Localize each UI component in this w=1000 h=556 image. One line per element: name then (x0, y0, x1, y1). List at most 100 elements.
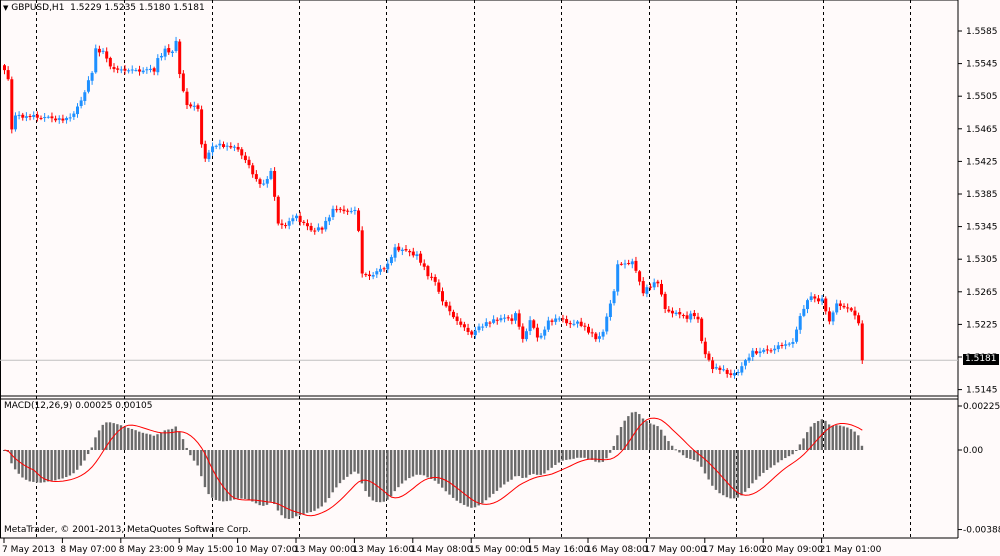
candle-body (448, 305, 452, 312)
candle (327, 214, 331, 225)
macd-histogram-bar (273, 450, 276, 505)
macd-histogram-bar (776, 450, 780, 463)
time-axis: 7 May 2013 8 May 07:00 8 May 23:00 9 May 15… (2, 538, 882, 555)
candle-body (240, 149, 244, 156)
candle (112, 63, 116, 73)
macd-histogram-bar (10, 450, 13, 464)
macd-histogram-bar (857, 435, 860, 450)
candle-body (346, 210, 350, 212)
candle (123, 65, 127, 75)
candle (827, 307, 831, 325)
macd-histogram-bar (689, 450, 692, 459)
candle-body (145, 69, 149, 71)
candle (623, 259, 627, 269)
macd-histogram-bar (758, 450, 761, 477)
macd-histogram-bar (258, 450, 261, 506)
macd-histogram-bar (408, 450, 411, 479)
macd-histogram-bar (79, 450, 83, 466)
macd-histogram-bar (681, 450, 685, 456)
candle-body (444, 301, 448, 307)
candle-body (722, 369, 726, 371)
macd-histogram-bar (57, 450, 61, 480)
macd-histogram-bar (404, 450, 407, 481)
candle-body (247, 159, 251, 166)
candle-body (83, 92, 87, 101)
macd-histogram-bar (623, 420, 626, 450)
candle-body (368, 274, 371, 277)
candle-body (754, 351, 758, 354)
macd-histogram-bar (364, 450, 367, 492)
symbol-label: GBPUSD,H1 (11, 3, 65, 13)
candle-body (481, 326, 485, 328)
candle (50, 112, 54, 123)
macd-histogram-bar (455, 450, 458, 501)
candle (342, 205, 346, 214)
macd-histogram-bar (68, 450, 72, 476)
candle (181, 70, 185, 93)
macd-histogram-bar (309, 450, 312, 513)
candle-body (809, 296, 813, 300)
candle (145, 66, 149, 74)
macd-histogram-bar (448, 450, 451, 495)
candle (616, 260, 620, 296)
candle-body (524, 331, 528, 340)
macd-histogram-bar (174, 426, 177, 450)
candle (357, 208, 361, 233)
candle (528, 316, 532, 336)
macd-histogram-bar (514, 450, 517, 477)
candle (587, 323, 590, 335)
macd-histogram-bar (378, 450, 382, 503)
macd-axis-label: 0.00225 (963, 402, 1000, 412)
candle-body (170, 51, 174, 54)
macd-histogram-bar (612, 445, 615, 450)
candle (627, 259, 631, 266)
candle (535, 323, 539, 342)
macd-histogram-bar (451, 450, 455, 498)
candle (714, 363, 718, 370)
macd-histogram-bar (481, 450, 484, 504)
candle-body (360, 230, 364, 274)
candle (295, 213, 298, 222)
candle (258, 177, 262, 188)
candle (441, 287, 444, 306)
candle (185, 88, 189, 110)
candle (116, 65, 120, 74)
candle-body (13, 115, 17, 130)
candle (776, 341, 780, 353)
candle-body (101, 50, 105, 52)
candle (685, 311, 689, 323)
macd-histogram-bar (185, 447, 188, 450)
candle-body (597, 336, 601, 339)
candle (674, 310, 678, 316)
candle-body (138, 69, 142, 72)
chart-canvas[interactable]: 1.5585 1.5545 1.5505 1.5465 1.5425 1.5385 1.53… (0, 0, 1000, 556)
candle (857, 312, 861, 326)
candle-body (572, 323, 576, 325)
candle-body (287, 221, 291, 226)
candle (791, 338, 795, 348)
candle (269, 167, 273, 181)
candle-body (400, 249, 404, 251)
candle-body (192, 105, 196, 107)
candle (667, 306, 671, 313)
candle-body (696, 316, 700, 320)
candle (645, 284, 649, 298)
candle (462, 321, 466, 331)
time-axis-label: 16 May 08:00 (586, 545, 648, 555)
macd-histogram-bar (535, 450, 539, 475)
macd-histogram-bar (765, 450, 769, 470)
candle (76, 103, 79, 118)
candle (765, 345, 769, 354)
candle-body (546, 320, 550, 330)
candle (338, 206, 342, 213)
candle (316, 223, 320, 232)
candle (762, 348, 766, 354)
macd-histogram-bar (54, 450, 57, 481)
macd-histogram-bar (711, 450, 714, 486)
candlestick-series (3, 36, 864, 379)
candle-body (54, 118, 58, 121)
candle-body (419, 253, 423, 263)
triangle-down-icon[interactable]: ▼ (3, 4, 8, 12)
macd-histogram-bar (630, 412, 634, 450)
candle (43, 113, 47, 122)
